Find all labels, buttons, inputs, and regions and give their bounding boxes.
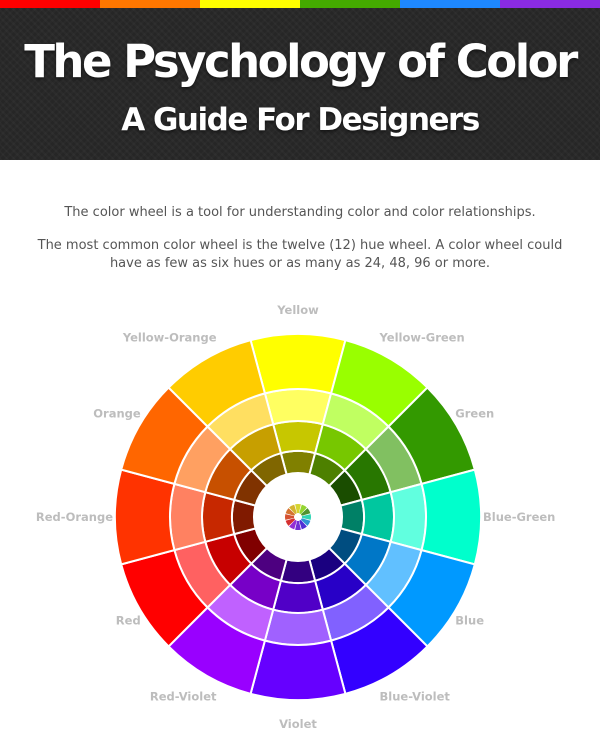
page-subtitle: A Guide For Designers <box>121 102 480 138</box>
intro-text-2: The most common color wheel is the twelv… <box>37 238 563 271</box>
hue-label-blue: Blue <box>455 614 484 628</box>
hue-label-yellow-green: Yellow-Green <box>379 331 465 345</box>
wheel-segment-violet-ring-2 <box>263 608 333 646</box>
intro-text-1: The color wheel is a tool for understand… <box>64 205 536 220</box>
stripe-segment-5 <box>500 0 600 8</box>
hue-label-blue-green: Blue-Green <box>483 510 555 524</box>
hue-label-red-violet: Red-Violet <box>150 689 217 703</box>
wheel-segment-yellow-ring-3 <box>249 333 347 395</box>
hue-label-yellow: Yellow <box>276 303 319 317</box>
wheel-segment-yellow-ring-2 <box>263 388 333 426</box>
stripe-segment-3 <box>300 0 400 8</box>
wheel-segment-red-orange-ring-3 <box>114 468 176 566</box>
page: The Psychology of Color A Guide For Desi… <box>0 0 600 747</box>
wheel-segment-red-orange-ring-2 <box>169 482 207 552</box>
wheel-segment-violet-ring-3 <box>249 639 347 701</box>
stripe-segment-4 <box>400 0 500 8</box>
hue-label-yellow-orange: Yellow-Orange <box>122 331 217 345</box>
stripe-segment-2 <box>200 0 300 8</box>
wheel-segment-blue-green-ring-3 <box>420 468 482 566</box>
color-wheel: Yellow Yellow-Green Green Blue-Green Blue Blu… <box>36 303 555 731</box>
hue-label-blue-violet: Blue-Violet <box>380 689 451 703</box>
stripe-segment-0 <box>0 0 100 8</box>
wheel-center <box>254 473 342 561</box>
hue-label-orange: Orange <box>93 407 141 421</box>
hue-label-red: Red <box>116 614 141 628</box>
hue-label-green: Green <box>455 407 494 421</box>
color-stripe <box>0 0 600 8</box>
hue-label-violet: Violet <box>279 717 317 731</box>
header-banner: The Psychology of Color A Guide For Desi… <box>0 8 600 160</box>
page-title: The Psychology of Color <box>24 35 578 88</box>
stripe-segment-1 <box>100 0 200 8</box>
wheel-segment-blue-green-ring-2 <box>389 482 427 552</box>
hue-label-red-orange: Red-Orange <box>36 510 113 524</box>
